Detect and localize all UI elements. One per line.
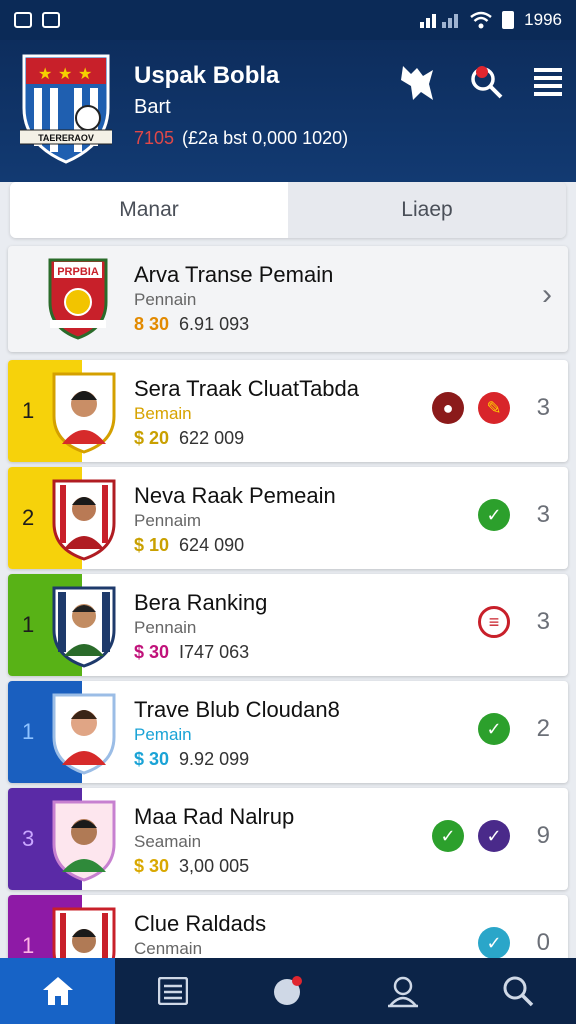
nav-ball[interactable] bbox=[230, 958, 345, 1024]
item-role: Pemain bbox=[134, 725, 192, 744]
item-title: Bera Ranking bbox=[134, 590, 268, 615]
club-crest: ★ ★ ★ TAERERAOV bbox=[20, 54, 112, 164]
check-icon: ✓ bbox=[478, 713, 510, 745]
item-price: $ 10 624 090 bbox=[134, 535, 245, 555]
item-title: Clue Raldads bbox=[134, 911, 267, 936]
item-title: Trave Blub Cloudan8 bbox=[134, 697, 340, 722]
list-item[interactable]: 2 Neva Raak Pemeain Pennaim $ 10 624 090 … bbox=[8, 467, 568, 569]
home-icon bbox=[42, 977, 73, 1005]
item-count: 3 bbox=[536, 608, 550, 635]
item-role: Pennaim bbox=[134, 511, 202, 530]
notification-icon bbox=[14, 12, 32, 28]
status-bar: 1996 bbox=[0, 0, 576, 40]
item-role: Cenmain bbox=[134, 939, 203, 958]
item-role: Pennain bbox=[134, 290, 197, 309]
list-item[interactable]: PRPBIA Arva Transe Pemain Pennain 8 30 6.… bbox=[8, 246, 568, 352]
status-time: 1996 bbox=[524, 10, 562, 29]
player-avatar bbox=[52, 372, 116, 454]
svg-text:TAERERAOV: TAERERAOV bbox=[38, 133, 94, 143]
nav-search[interactable] bbox=[461, 958, 576, 1024]
club-name: Uspak Bobla bbox=[134, 62, 280, 89]
club-badge-icon: PRPBIA bbox=[48, 258, 108, 340]
list-item[interactable]: 3 Maa Rad Nalrup Seamain $ 30 3,00 005 ✓ … bbox=[8, 788, 568, 890]
player-avatar bbox=[52, 693, 116, 775]
item-role: Pennain bbox=[134, 618, 197, 637]
nav-list[interactable] bbox=[115, 958, 230, 1024]
check-icon: ✓ bbox=[478, 499, 510, 531]
check-icon: ✓ bbox=[478, 927, 510, 959]
item-price: $ 30 9.92 099 bbox=[134, 749, 250, 769]
player-avatar bbox=[52, 800, 116, 882]
user-icon bbox=[388, 976, 419, 1008]
svg-text:★: ★ bbox=[78, 66, 92, 83]
item-title: Maa Rad Nalrup bbox=[134, 804, 295, 829]
tab-manar[interactable]: Manar bbox=[10, 182, 288, 238]
check-icon: ✓ bbox=[432, 820, 464, 852]
player-avatar bbox=[52, 479, 116, 561]
menu-icon[interactable] bbox=[526, 60, 570, 104]
item-title: Sera Traak CluatTabda bbox=[134, 376, 360, 401]
check-icon: ✓ bbox=[478, 820, 510, 852]
item-count: 3 bbox=[536, 394, 550, 421]
tab-liaep[interactable]: Liaep bbox=[288, 182, 566, 238]
search-icon[interactable] bbox=[464, 60, 508, 104]
item-count: 0 bbox=[536, 929, 550, 956]
list-item[interactable]: 1 Sera Traak CluatTabda Bemain $ 20 622 0… bbox=[8, 360, 568, 462]
svg-text:PRPBIA: PRPBIA bbox=[57, 266, 99, 278]
list-icon bbox=[157, 977, 188, 1005]
club-icon: ≡ bbox=[478, 606, 510, 638]
item-role: Seamain bbox=[134, 832, 202, 851]
item-role: Bemain bbox=[134, 404, 192, 423]
svg-text:★: ★ bbox=[58, 66, 72, 83]
wifi-icon bbox=[470, 11, 492, 29]
signal-icon bbox=[420, 14, 459, 28]
item-title: Arva Transe Pemain bbox=[134, 262, 334, 287]
nav-home[interactable] bbox=[0, 958, 116, 1024]
item-price: $ 20 622 009 bbox=[134, 428, 245, 448]
club-stats: 7105 (£2a bst 0,000 1020) bbox=[134, 128, 349, 148]
list-item[interactable]: 1 Bera Ranking Pennain $ 30 I747 063 ≡ 3 bbox=[8, 574, 568, 676]
club-header: ★ ★ ★ TAERERAOV Uspak Bobla Bart 7105 (£2… bbox=[0, 40, 576, 182]
search-icon bbox=[503, 976, 534, 1007]
item-price: 8 30 6.91 093 bbox=[134, 314, 250, 334]
whistle-icon: ✎ bbox=[478, 392, 510, 424]
ball-icon bbox=[274, 976, 302, 1005]
item-count: 2 bbox=[536, 715, 550, 742]
svg-text:★: ★ bbox=[38, 66, 52, 83]
player-avatar bbox=[52, 586, 116, 668]
nav-profile[interactable] bbox=[346, 958, 461, 1024]
battery-icon bbox=[502, 11, 515, 29]
wolf-icon[interactable] bbox=[396, 60, 440, 104]
club-subtitle: Bart bbox=[134, 96, 171, 118]
item-count: 9 bbox=[536, 822, 550, 849]
segment-tabs: Manar Liaep bbox=[10, 182, 566, 238]
club-icon: ● bbox=[432, 392, 464, 424]
item-price: $ 30 I747 063 bbox=[134, 642, 250, 662]
item-title: Neva Raak Pemeain bbox=[134, 483, 336, 508]
item-count: 3 bbox=[536, 501, 550, 528]
chevron-right-icon[interactable]: › bbox=[542, 278, 552, 312]
bottom-nav bbox=[0, 958, 576, 1024]
item-price: $ 30 3,00 005 bbox=[134, 856, 250, 876]
app-icon bbox=[42, 12, 60, 28]
list-item[interactable]: 1 Trave Blub Cloudan8 Pemain $ 30 9.92 09… bbox=[8, 681, 568, 783]
